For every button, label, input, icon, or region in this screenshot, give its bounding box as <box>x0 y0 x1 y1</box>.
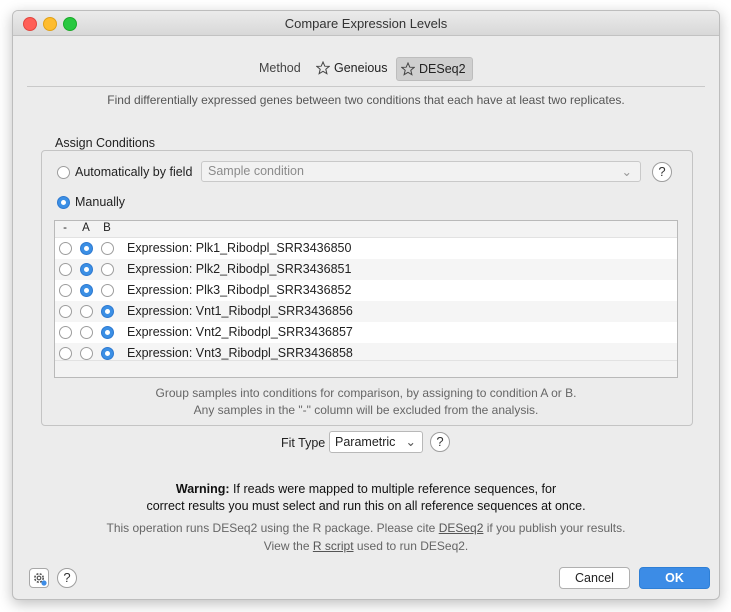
condition-b-radio[interactable] <box>101 326 114 339</box>
warning-line2: correct results you must select and run … <box>146 499 586 513</box>
condition-a-radio[interactable] <box>80 305 93 318</box>
exclusion-note: Any samples in the "-" column will be ex… <box>193 403 539 417</box>
chevron-down-icon: ⌄ <box>621 165 632 179</box>
table-row: Expression: Vnt1_Ribodpl_SRR3436856 <box>55 301 677 322</box>
cancel-button[interactable]: Cancel <box>559 567 630 589</box>
warning-text: Warning: If reads were mapped to multipl… <box>13 482 719 496</box>
exclude-radio[interactable] <box>59 326 72 339</box>
table-footer <box>55 360 677 377</box>
column-header-b: B <box>103 222 111 234</box>
condition-b-radio[interactable] <box>101 242 114 255</box>
auto-by-field-radio[interactable] <box>57 166 70 179</box>
fit-type-select[interactable]: Parametric ⌄ <box>329 431 423 453</box>
fit-type-label: Fit Type <box>281 436 326 450</box>
column-header-exclude: - <box>63 222 67 234</box>
table-header: - A B <box>55 221 677 238</box>
exclude-radio[interactable] <box>59 305 72 318</box>
citation-note: This operation runs DESeq2 using the R p… <box>13 521 719 535</box>
warning-line1: If reads were mapped to multiple referen… <box>229 482 557 496</box>
fit-type-value: Parametric <box>335 435 396 449</box>
exclude-radio[interactable] <box>59 347 72 360</box>
window-title: Compare Expression Levels <box>284 16 448 31</box>
sample-label: Expression: Vnt2_Ribodpl_SRR3436857 <box>127 325 353 339</box>
ok-button[interactable]: OK <box>639 567 710 589</box>
star-icon <box>400 61 416 76</box>
script-pre: View the <box>263 539 313 553</box>
sample-label: Expression: Plk2_Ribodpl_SRR3436851 <box>127 262 352 276</box>
help-button[interactable]: ? <box>430 432 450 452</box>
citation-post: if you publish your results. <box>483 521 626 535</box>
deseq2-link[interactable]: DESeq2 <box>439 521 484 535</box>
assign-conditions-legend: Assign Conditions <box>51 136 160 150</box>
method-label: Method <box>259 61 301 75</box>
script-note: View the R script used to run DESeq2. <box>13 539 719 553</box>
title-bar: Compare Expression Levels <box>13 11 719 36</box>
exclude-radio[interactable] <box>59 284 72 297</box>
condition-a-radio[interactable] <box>80 347 93 360</box>
citation-pre: This operation runs DESeq2 using the R p… <box>106 521 439 535</box>
field-select: Sample condition ⌄ <box>201 161 641 182</box>
warning-label: Warning: <box>175 482 230 496</box>
dialog-window: Compare Expression Levels Method Geneiou… <box>12 10 720 600</box>
method-description: Find differentially expressed genes betw… <box>107 93 625 107</box>
star-icon <box>315 60 331 75</box>
table-row: Expression: Vnt2_Ribodpl_SRR3436857 <box>55 322 677 343</box>
method-selector: Method Geneious DESeq2 <box>13 57 719 81</box>
gear-icon <box>34 573 47 586</box>
exclude-radio[interactable] <box>59 263 72 276</box>
sample-label: Expression: Plk1_Ribodpl_SRR3436850 <box>127 241 352 255</box>
condition-a-radio[interactable] <box>80 263 93 276</box>
grouping-note: Group samples into conditions for compar… <box>155 386 577 400</box>
help-button[interactable]: ? <box>652 162 672 182</box>
condition-a-radio[interactable] <box>80 284 93 297</box>
divider <box>27 86 705 87</box>
samples-table: - A B Expression: Plk1_Ribodpl_SRR343685… <box>54 220 678 378</box>
r-script-link[interactable]: R script <box>313 539 354 553</box>
method-option-label: Geneious <box>334 61 388 75</box>
condition-b-radio[interactable] <box>101 305 114 318</box>
condition-b-radio[interactable] <box>101 347 114 360</box>
method-option-label: DESeq2 <box>419 62 466 76</box>
sample-label: Expression: Plk3_Ribodpl_SRR3436852 <box>127 283 352 297</box>
condition-b-radio[interactable] <box>101 284 114 297</box>
options-button[interactable] <box>29 568 49 588</box>
script-post: used to run DESeq2. <box>353 539 469 553</box>
method-option-geneious[interactable]: Geneious <box>312 57 394 79</box>
method-option-deseq2[interactable]: DESeq2 <box>396 57 473 81</box>
table-row: Expression: Plk2_Ribodpl_SRR3436851 <box>55 259 677 280</box>
exclude-radio[interactable] <box>59 242 72 255</box>
table-row: Expression: Plk1_Ribodpl_SRR3436850 <box>55 238 677 259</box>
sample-label: Expression: Vnt1_Ribodpl_SRR3436856 <box>127 304 353 318</box>
chevron-down-icon: ⌄ <box>405 435 416 449</box>
manually-label[interactable]: Manually <box>75 195 125 209</box>
auto-by-field-label[interactable]: Automatically by field <box>75 165 192 179</box>
help-button[interactable]: ? <box>57 568 77 588</box>
field-select-value: Sample condition <box>208 164 304 178</box>
condition-a-radio[interactable] <box>80 242 93 255</box>
condition-b-radio[interactable] <box>101 263 114 276</box>
condition-a-radio[interactable] <box>80 326 93 339</box>
manually-radio[interactable] <box>57 196 70 209</box>
table-row: Expression: Plk3_Ribodpl_SRR3436852 <box>55 280 677 301</box>
column-header-a: A <box>82 222 90 234</box>
sample-label: Expression: Vnt3_Ribodpl_SRR3436858 <box>127 346 353 360</box>
